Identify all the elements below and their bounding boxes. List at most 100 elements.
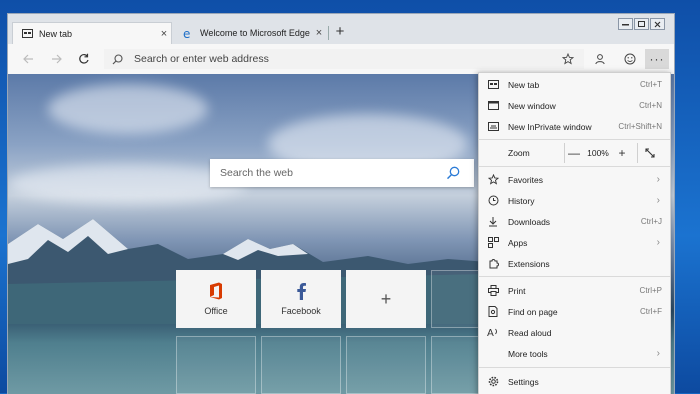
- close-tab-icon[interactable]: ×: [312, 27, 326, 39]
- fullscreen-icon[interactable]: [641, 143, 659, 163]
- zoom-divider: [637, 143, 638, 163]
- svg-text:A: A: [487, 328, 494, 338]
- menu-item-label: New window: [508, 100, 556, 111]
- menu-item-label: New InPrivate window: [508, 121, 592, 132]
- tab-new-tab[interactable]: New tab ×: [12, 22, 172, 44]
- forward-arrow-icon[interactable]: [48, 51, 64, 67]
- search-icon[interactable]: [446, 166, 464, 180]
- add-quick-link-tile[interactable]: +: [346, 270, 426, 328]
- inprivate-icon: [486, 122, 500, 131]
- tile-label: Facebook: [281, 306, 321, 316]
- new-tab-button[interactable]: +: [332, 23, 348, 41]
- new-tab-page-icon: [21, 28, 33, 40]
- tab-label: New tab: [39, 28, 73, 39]
- menu-item-print[interactable]: Print Ctrl+P: [479, 280, 670, 301]
- facebook-logo-icon: [295, 282, 307, 300]
- menu-item-new-tab[interactable]: New tab Ctrl+T: [479, 74, 670, 95]
- menu-item-new-window[interactable]: New window Ctrl+N: [479, 95, 670, 116]
- menu-item-more-tools[interactable]: More tools ›: [479, 343, 670, 364]
- close-tab-icon[interactable]: ×: [157, 28, 171, 40]
- quick-link-facebook[interactable]: Facebook: [261, 270, 341, 328]
- read-aloud-icon: A: [486, 327, 500, 338]
- web-search-box[interactable]: Search the web: [210, 159, 474, 187]
- menu-item-label: Read aloud: [508, 327, 552, 338]
- menu-item-label: History: [508, 195, 535, 206]
- zoom-level: 100%: [587, 148, 609, 158]
- tab-label: Welcome to Microsoft Edge Can: [200, 28, 312, 38]
- edge-logo-icon: e: [182, 27, 194, 39]
- submenu-chevron-icon: ›: [656, 195, 660, 206]
- find-page-icon: [486, 306, 500, 317]
- download-arrow-icon: [486, 216, 500, 227]
- favorites-star-icon: [486, 174, 500, 185]
- svg-text:e: e: [183, 28, 190, 39]
- tab-strip: New tab × e Welcome to Microsoft Edge Ca…: [8, 14, 674, 44]
- menu-shortcut: Ctrl+P: [639, 286, 662, 295]
- menu-item-apps[interactable]: Apps ›: [479, 232, 670, 253]
- profile-icon[interactable]: [590, 49, 610, 69]
- menu-item-label: Print: [508, 285, 526, 296]
- quick-link-office[interactable]: Office: [176, 270, 256, 328]
- menu-item-label: Apps: [508, 237, 528, 248]
- menu-shortcut: Ctrl+N: [639, 101, 662, 110]
- menu-item-label: Settings: [508, 376, 539, 387]
- apps-grid-icon: [486, 237, 500, 248]
- new-window-icon: [486, 101, 500, 110]
- menu-item-favorites[interactable]: Favorites ›: [479, 169, 670, 190]
- menu-shortcut: Ctrl+T: [640, 80, 662, 89]
- restore-button[interactable]: [634, 18, 649, 30]
- menu-item-label: Extensions: [508, 258, 550, 269]
- menu-separator: [479, 367, 670, 368]
- zoom-in-button[interactable]: +: [613, 143, 631, 163]
- minimize-button[interactable]: [618, 18, 633, 30]
- new-tab-icon: [486, 80, 500, 89]
- menu-item-label: Downloads: [508, 216, 551, 227]
- history-clock-icon: [486, 195, 500, 206]
- search-icon: [112, 53, 126, 65]
- browser-window: New tab × e Welcome to Microsoft Edge Ca…: [8, 14, 674, 394]
- zoom-out-button[interactable]: —: [565, 143, 583, 163]
- add-plus-icon: +: [380, 288, 392, 309]
- tab-divider: [328, 26, 329, 40]
- back-arrow-icon[interactable]: [20, 51, 36, 67]
- menu-item-downloads[interactable]: Downloads Ctrl+J: [479, 211, 670, 232]
- menu-item-read-aloud[interactable]: A Read aloud: [479, 322, 670, 343]
- menu-shortcut: Ctrl+F: [640, 307, 662, 316]
- settings-and-more-menu: New tab Ctrl+T New window Ctrl+N New InP…: [478, 72, 671, 394]
- zoom-label: Zoom: [508, 148, 530, 158]
- search-placeholder: Search the web: [220, 167, 293, 179]
- background-cloud: [48, 84, 208, 134]
- menu-item-label: Find on page: [508, 306, 558, 317]
- empty-tile: [176, 336, 256, 394]
- favorite-star-icon[interactable]: [558, 49, 578, 69]
- submenu-chevron-icon: ›: [656, 174, 660, 185]
- refresh-icon[interactable]: [76, 51, 92, 67]
- address-placeholder: Search or enter web address: [134, 53, 269, 65]
- submenu-chevron-icon: ›: [656, 348, 660, 359]
- printer-icon: [486, 285, 500, 296]
- submenu-chevron-icon: ›: [656, 237, 660, 248]
- menu-shortcut: Ctrl+J: [640, 217, 662, 226]
- tile-label: Office: [204, 306, 228, 316]
- menu-item-label: New tab: [508, 79, 540, 90]
- menu-item-settings[interactable]: Settings: [479, 371, 670, 392]
- address-bar[interactable]: Search or enter web address: [104, 49, 584, 69]
- feedback-smiley-icon[interactable]: [620, 49, 640, 69]
- menu-item-history[interactable]: History ›: [479, 190, 670, 211]
- navigation-toolbar: Search or enter web address ···: [8, 44, 674, 75]
- close-window-button[interactable]: [650, 18, 665, 30]
- menu-item-label: More tools: [508, 348, 548, 359]
- menu-item-new-inprivate-window[interactable]: New InPrivate window Ctrl+Shift+N: [479, 116, 670, 137]
- empty-tile: [346, 336, 426, 394]
- menu-separator: [479, 139, 670, 140]
- menu-item-label: Favorites: [508, 174, 543, 185]
- empty-tile: [261, 336, 341, 394]
- gear-icon: [486, 376, 500, 387]
- menu-separator: [479, 166, 670, 167]
- office-logo-icon: [208, 282, 224, 300]
- settings-and-more-button[interactable]: ···: [645, 49, 669, 69]
- menu-item-find-on-page[interactable]: Find on page Ctrl+F: [479, 301, 670, 322]
- tab-welcome[interactable]: e Welcome to Microsoft Edge Can ×: [174, 22, 326, 44]
- menu-item-extensions[interactable]: Extensions: [479, 253, 670, 274]
- extensions-puzzle-icon: [486, 258, 500, 269]
